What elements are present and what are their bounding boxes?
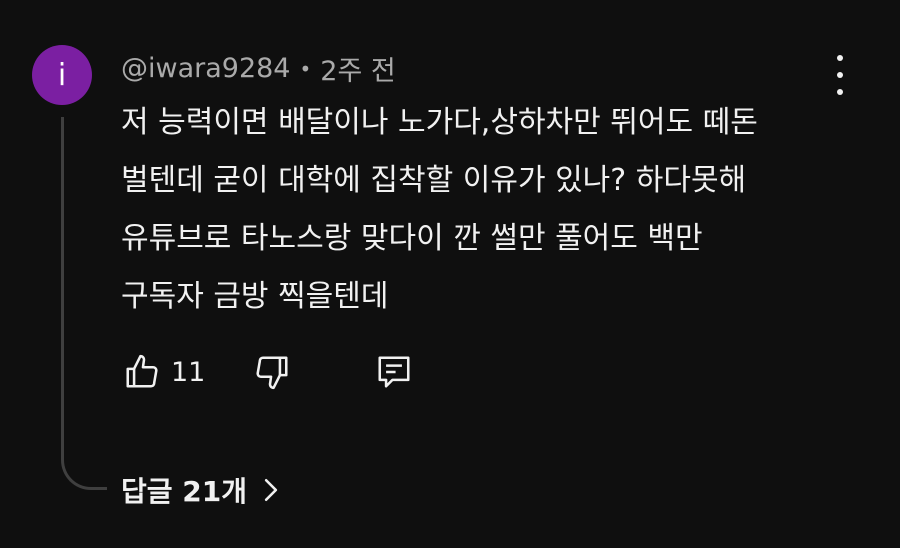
reply-comment-icon xyxy=(378,356,410,388)
comment-text-line: 저 능력이면 배달이나 노가다,상하차만 뛰어도 떼돈 xyxy=(121,105,758,140)
avatar-letter: i xyxy=(57,57,67,93)
comment-text: 저 능력이면 배달이나 노가다,상하차만 뛰어도 떼돈 벌텐데 굳이 대학에 집… xyxy=(121,94,811,326)
thread-line xyxy=(61,117,64,457)
more-options-button[interactable] xyxy=(826,55,854,95)
avatar[interactable]: i xyxy=(32,45,92,105)
comment-text-line: 구독자 금방 찍을텐데 xyxy=(121,279,389,314)
more-vertical-icon xyxy=(837,55,843,61)
author-handle[interactable]: @iwara9284 xyxy=(121,53,291,84)
thumbs-up-icon xyxy=(126,354,158,388)
thumbs-down-icon xyxy=(256,356,288,390)
meta-separator: • xyxy=(299,56,312,81)
comment-meta: @iwara9284 • 2주 전 xyxy=(121,49,396,88)
comment-text-line: 유튜브로 타노스랑 맞다이 깐 썰만 풀어도 백만 xyxy=(121,221,703,256)
chevron-right-icon xyxy=(261,477,281,503)
thread-curve xyxy=(61,440,107,490)
view-replies-button[interactable]: 답글 21개 xyxy=(121,470,281,510)
reply-button[interactable] xyxy=(373,351,415,393)
comment-actions: 11 xyxy=(121,350,415,394)
comment-text-line: 벌텐데 굳이 대학에 집착할 이유가 있나? 하다못해 xyxy=(121,163,747,198)
comment-time: 2주 전 xyxy=(320,56,396,87)
dislike-button[interactable] xyxy=(251,351,293,393)
comment-page: i @iwara9284 • 2주 전 저 능력이면 배달이나 노가다,상하차만… xyxy=(0,0,900,548)
replies-label: 답글 21개 xyxy=(121,475,247,508)
like-count: 11 xyxy=(171,356,206,388)
like-button[interactable] xyxy=(121,351,163,393)
